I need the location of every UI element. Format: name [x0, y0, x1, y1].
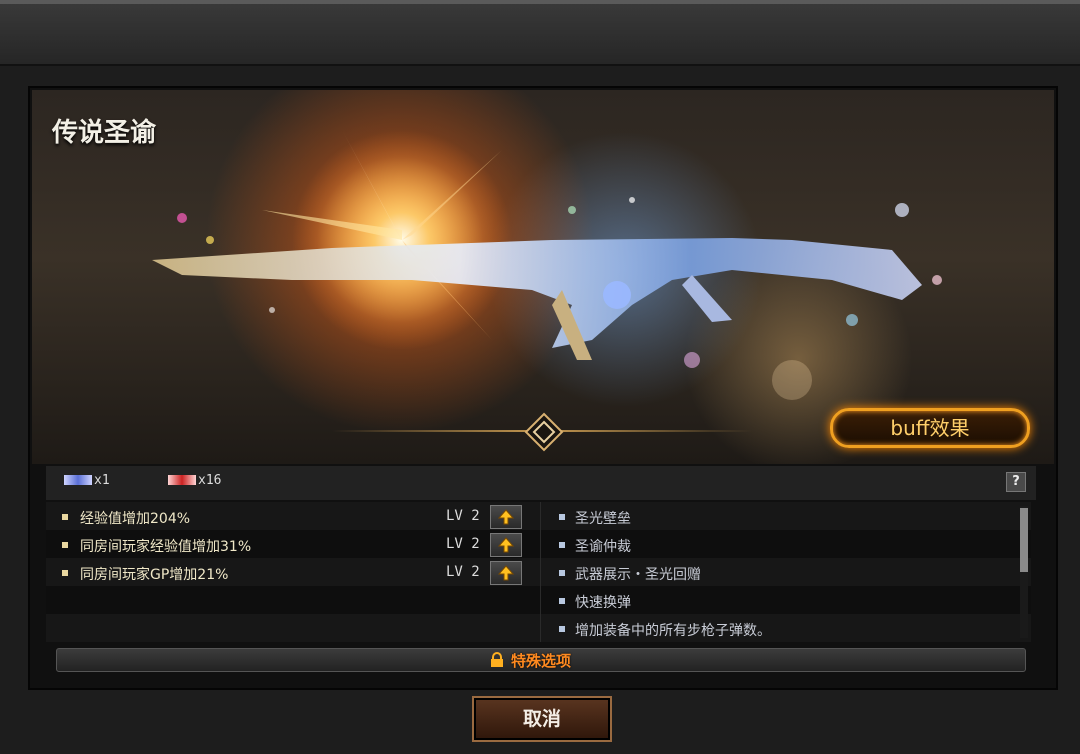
item-count-bar: x1 x16 ?: [46, 466, 1036, 500]
feature-text: 圣光壁垒: [575, 511, 631, 527]
red-ticket-icon: [168, 475, 196, 485]
red-ticket-count: x16: [198, 473, 222, 488]
silver-ticket-icon: [64, 475, 92, 485]
top-edge: [0, 0, 1080, 4]
feature-text: 圣谕仲裁: [575, 539, 631, 555]
help-button[interactable]: ?: [1006, 472, 1026, 492]
feature-scrollbar[interactable]: [1020, 506, 1028, 638]
arrow-up-icon: [498, 537, 514, 553]
weapon-title: 传说圣谕: [52, 118, 157, 148]
scrollbar-thumb[interactable]: [1020, 508, 1028, 572]
arrow-up-icon: [498, 565, 514, 581]
bonus-text: 同房间玩家GP增加21%: [80, 567, 229, 583]
weapon-dialog: 传说圣谕 buff效果 x1 x16 ? 经验值增加204% LV 2 同房间玩…: [28, 86, 1058, 690]
bonus-list: 经验值增加204% LV 2 同房间玩家经验值增加31% LV 2 同房间玩家G…: [46, 502, 540, 642]
bonus-row: 经验值增加204% LV 2: [46, 502, 540, 530]
bullet-icon: [559, 598, 565, 604]
upgrade-button[interactable]: [490, 561, 522, 585]
feature-row: 快速换弹: [541, 586, 1031, 614]
special-option-button[interactable]: 特殊选项: [56, 648, 1026, 672]
bonus-row: 同房间玩家GP增加21% LV 2: [46, 558, 540, 586]
window-top-bar: [0, 0, 1080, 66]
bullet-icon: [559, 570, 565, 576]
feature-row: 武器展示・圣光回赠: [541, 558, 1031, 586]
feature-list: 圣光壁垒 圣谕仲裁 武器展示・圣光回赠 快速换弹 增加装备中的所有步枪子弹数。: [540, 502, 1031, 642]
upgrade-button[interactable]: [490, 505, 522, 529]
muzzle-flash: [262, 130, 512, 350]
bullet-icon: [559, 514, 565, 520]
feature-text: 快速换弹: [575, 595, 631, 611]
upgrade-button[interactable]: [490, 533, 522, 557]
feature-row: 圣谕仲裁: [541, 530, 1031, 558]
silver-ticket-count: x1: [94, 473, 110, 488]
feature-row: 增加装备中的所有步枪子弹数。: [541, 614, 1031, 642]
bullet-icon: [559, 626, 565, 632]
arrow-up-icon: [498, 509, 514, 525]
feature-row: 圣光壁垒: [541, 502, 1031, 530]
bonus-text: 同房间玩家经验值增加31%: [80, 539, 252, 555]
bullet-icon: [62, 514, 68, 520]
bonus-level: LV 2: [446, 508, 480, 524]
rifle-silhouette: [152, 238, 922, 360]
bullet-icon: [62, 542, 68, 548]
bonus-text: 经验值增加204%: [80, 511, 191, 527]
empty-row: [46, 586, 540, 614]
bullet-icon: [62, 570, 68, 576]
bonus-row: 同房间玩家经验值增加31% LV 2: [46, 530, 540, 558]
feature-text: 增加装备中的所有步枪子弹数。: [575, 623, 771, 639]
empty-row: [46, 614, 540, 642]
weapon-showcase: 传说圣谕 buff效果: [32, 90, 1054, 464]
bullet-icon: [559, 542, 565, 548]
cancel-button[interactable]: 取消: [472, 696, 612, 742]
bonus-level: LV 2: [446, 536, 480, 552]
buff-effect-button[interactable]: buff效果: [830, 408, 1030, 448]
special-option-label: 特殊选项: [510, 652, 571, 670]
emblem-icon: [524, 412, 564, 452]
feature-text: 武器展示・圣光回赠: [575, 567, 701, 583]
bonus-level: LV 2: [446, 564, 480, 580]
